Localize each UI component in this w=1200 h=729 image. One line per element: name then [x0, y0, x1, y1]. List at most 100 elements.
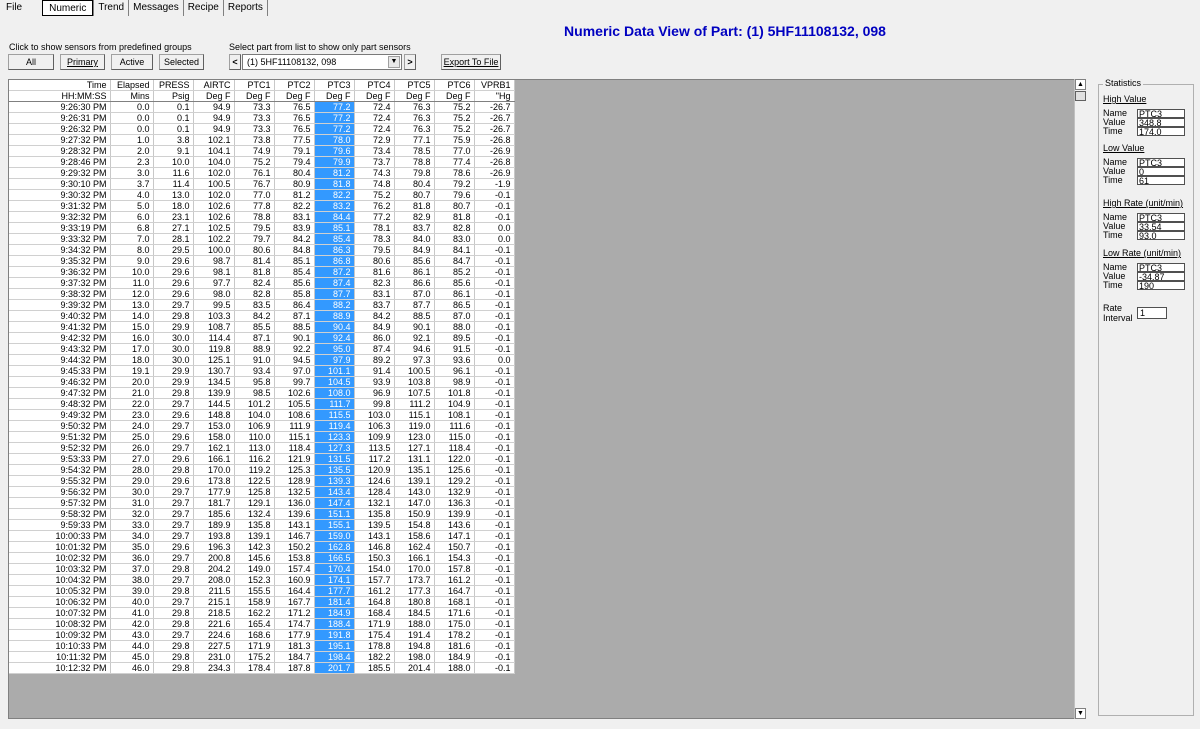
table-cell[interactable]: 29.8	[153, 651, 194, 663]
table-cell[interactable]: 166.1	[394, 552, 435, 564]
table-row[interactable]: 9:53:33 PM 27.0 29.6 166.1 116.2 121.9 131.5 11…	[9, 453, 515, 465]
table-cell[interactable]: 83.7	[394, 222, 435, 234]
table-cell[interactable]: -0.1	[474, 200, 515, 212]
table-cell[interactable]: 224.6	[193, 629, 235, 641]
table-cell[interactable]: 89.2	[354, 354, 395, 366]
table-cell[interactable]: 10.0	[110, 266, 154, 278]
high-rate-value-field[interactable]: 33.54	[1137, 222, 1185, 232]
table-row[interactable]: 9:30:32 PM 4.0 13.0 102.0 77.0 81.2 82.2 75.2 80…	[9, 189, 515, 201]
table-cell[interactable]: 10:10:33 PM	[9, 640, 111, 652]
table-cell[interactable]: 22.0	[110, 398, 154, 410]
table-cell[interactable]: 28.1	[153, 233, 194, 245]
table-cell[interactable]: 198.0	[394, 651, 435, 663]
table-cell[interactable]: 234.3	[193, 662, 235, 674]
table-row[interactable]: 9:37:32 PM 11.0 29.6 97.7 82.4 85.6 87.4 82.3 86…	[9, 277, 515, 289]
table-cell[interactable]: 27.1	[153, 222, 194, 234]
table-cell[interactable]: 94.6	[394, 343, 435, 355]
table-row[interactable]: 9:36:32 PM 10.0 29.6 98.1 81.8 85.4 87.2 81.6 86…	[9, 266, 515, 278]
table-cell[interactable]: 0.0	[110, 112, 154, 124]
table-cell[interactable]: 79.7	[234, 233, 275, 245]
table-row[interactable]: 9:34:32 PM 8.0 29.5 100.0 80.6 84.8 86.3 79.5 84…	[9, 244, 515, 256]
table-cell[interactable]: 9:47:32 PM	[9, 387, 111, 399]
table-cell[interactable]: 75.9	[434, 134, 475, 146]
table-cell[interactable]: 83.9	[274, 222, 315, 234]
table-cell[interactable]: 9:39:32 PM	[9, 299, 111, 311]
table-cell[interactable]: 29.8	[153, 387, 194, 399]
table-cell[interactable]: 9:30:10 PM	[9, 178, 111, 190]
scroll-thumb[interactable]	[1075, 91, 1086, 101]
table-cell[interactable]: -0.1	[474, 321, 515, 333]
table-cell[interactable]: 72.4	[354, 101, 395, 113]
table-cell[interactable]: 84.0	[394, 233, 435, 245]
table-row[interactable]: 10:01:32 PM 35.0 29.6 196.3 142.3 150.2 162.8 1…	[9, 541, 515, 553]
table-cell[interactable]: 9:57:32 PM	[9, 497, 111, 509]
table-row[interactable]: 9:46:32 PM 20.0 29.9 134.5 95.8 99.7 104.5 93.9…	[9, 376, 515, 388]
table-cell[interactable]: 98.5	[234, 387, 275, 399]
table-cell[interactable]: 208.0	[193, 574, 235, 586]
table-cell[interactable]: 173.7	[394, 574, 435, 586]
table-cell[interactable]: 77.2	[314, 101, 355, 113]
table-cell[interactable]: 162.8	[314, 541, 355, 553]
table-cell[interactable]: 9:41:32 PM	[9, 321, 111, 333]
table-cell[interactable]: 16.0	[110, 332, 154, 344]
table-cell[interactable]: 84.1	[434, 244, 475, 256]
table-cell[interactable]: 152.3	[234, 574, 275, 586]
table-cell[interactable]: 78.6	[434, 167, 475, 179]
table-cell[interactable]: 158.6	[394, 530, 435, 542]
table-cell[interactable]: 158.0	[193, 431, 235, 443]
table-cell[interactable]: 231.0	[193, 651, 235, 663]
table-cell[interactable]: -0.1	[474, 497, 515, 509]
table-cell[interactable]: 29.8	[153, 563, 194, 575]
table-cell[interactable]: -26.7	[474, 101, 515, 113]
table-cell[interactable]: 42.0	[110, 618, 154, 630]
table-cell[interactable]: 0.0	[474, 233, 515, 245]
low-rate-name-field[interactable]: PTC3	[1137, 263, 1185, 273]
table-cell[interactable]: 87.7	[394, 299, 435, 311]
table-cell[interactable]: 134.5	[193, 376, 235, 388]
scroll-down-icon[interactable]: ▼	[1075, 708, 1086, 719]
table-cell[interactable]: 111.6	[434, 420, 475, 432]
table-cell[interactable]: 119.8	[193, 343, 235, 355]
table-cell[interactable]: 0.0	[474, 222, 515, 234]
table-cell[interactable]: 13.0	[110, 299, 154, 311]
column-header[interactable]: PRESS	[153, 80, 194, 91]
table-cell[interactable]: 79.8	[394, 167, 435, 179]
table-cell[interactable]: -0.1	[474, 464, 515, 476]
table-cell[interactable]: 101.1	[314, 365, 355, 377]
table-cell[interactable]: 9:26:30 PM	[9, 101, 111, 113]
table-cell[interactable]: 9:28:46 PM	[9, 156, 111, 168]
table-cell[interactable]: 81.2	[274, 189, 315, 201]
table-cell[interactable]: 143.0	[394, 486, 435, 498]
table-cell[interactable]: 103.3	[193, 310, 235, 322]
table-cell[interactable]: 9:34:32 PM	[9, 244, 111, 256]
table-cell[interactable]: 4.0	[110, 189, 154, 201]
table-cell[interactable]: 25.0	[110, 431, 154, 443]
table-cell[interactable]: 46.0	[110, 662, 154, 674]
table-cell[interactable]: 77.5	[274, 134, 315, 146]
table-cell[interactable]: 129.1	[234, 497, 275, 509]
table-cell[interactable]: 89.5	[434, 332, 475, 344]
table-cell[interactable]: 88.5	[394, 310, 435, 322]
table-cell[interactable]: 86.1	[394, 266, 435, 278]
table-cell[interactable]: 104.5	[314, 376, 355, 388]
table-cell[interactable]: 29.7	[153, 508, 194, 520]
table-cell[interactable]: 73.4	[354, 145, 395, 157]
table-cell[interactable]: 132.1	[354, 497, 395, 509]
table-cell[interactable]: 86.4	[274, 299, 315, 311]
table-cell[interactable]: 79.5	[354, 244, 395, 256]
low-value-name-field[interactable]: PTC3	[1137, 158, 1185, 168]
table-cell[interactable]: 99.8	[354, 398, 395, 410]
table-cell[interactable]: 81.2	[314, 167, 355, 179]
table-row[interactable]: 10:12:32 PM 46.0 29.8 234.3 178.4 187.8 201.7 1…	[9, 662, 515, 674]
table-cell[interactable]: 74.3	[354, 167, 395, 179]
table-cell[interactable]: 10:12:32 PM	[9, 662, 111, 674]
table-cell[interactable]: -0.1	[474, 530, 515, 542]
table-cell[interactable]: 88.9	[234, 343, 275, 355]
table-cell[interactable]: 9:49:32 PM	[9, 409, 111, 421]
table-cell[interactable]: 9:32:32 PM	[9, 211, 111, 223]
table-cell[interactable]: 85.4	[314, 233, 355, 245]
table-cell[interactable]: -0.1	[474, 277, 515, 289]
table-cell[interactable]: 29.7	[153, 497, 194, 509]
table-cell[interactable]: 9:27:32 PM	[9, 134, 111, 146]
table-cell[interactable]: 185.5	[354, 662, 395, 674]
